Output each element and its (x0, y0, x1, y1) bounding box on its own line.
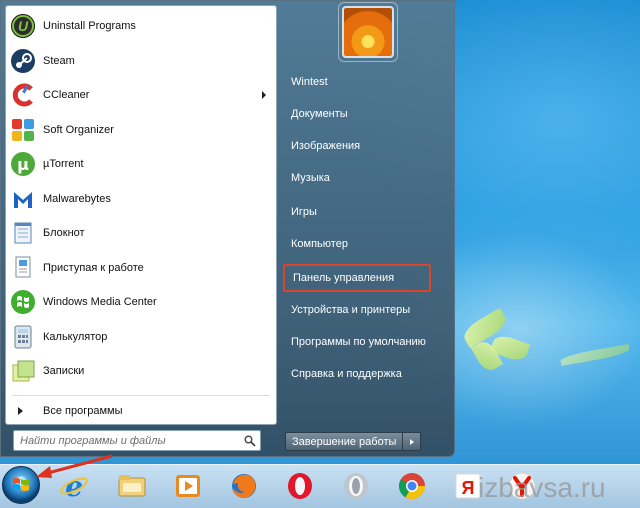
right-menu-item[interactable]: Wintest (283, 70, 448, 94)
search-input[interactable] (14, 434, 240, 447)
opera-icon[interactable] (282, 468, 318, 504)
getting-started-icon (9, 254, 37, 282)
steam-icon (9, 47, 37, 75)
shutdown-options-button[interactable] (403, 432, 422, 451)
yandex-letter: Я (462, 478, 475, 498)
start-menu: U Uninstall Programs Steam CCleaner Soft Org… (0, 0, 455, 457)
media-center-icon (9, 288, 37, 316)
programs-pane: U Uninstall Programs Steam CCleaner Soft Org… (5, 5, 277, 425)
all-programs-label: Все программы (43, 405, 123, 417)
right-menu-item[interactable]: Программы по умолчанию (283, 330, 448, 354)
program-label: Приступая к работе (43, 262, 144, 274)
shutdown-button[interactable]: Завершение работы (285, 432, 404, 451)
windows-logo-icon (13, 478, 29, 491)
svg-text:µ: µ (17, 155, 29, 174)
annotation-arrow (36, 454, 113, 478)
search-box[interactable] (13, 430, 261, 451)
right-menu-label: Справка и поддержка (291, 368, 402, 380)
sticky-notes-icon (9, 357, 37, 385)
program-label: µTorrent (43, 158, 84, 170)
program-item[interactable]: Steam (6, 44, 276, 78)
program-item[interactable]: Записки (6, 354, 276, 388)
submenu-arrow-icon[interactable] (262, 91, 266, 99)
ccleaner-icon (9, 81, 37, 109)
program-item[interactable]: U Uninstall Programs (6, 9, 276, 43)
arrow-right-icon (18, 407, 23, 415)
soft-organizer-icon (9, 116, 37, 144)
program-label: Steam (43, 55, 75, 67)
svg-text:U: U (18, 18, 29, 34)
chrome-icon[interactable] (394, 468, 430, 504)
right-menu-label: Компьютер (291, 238, 348, 250)
right-menu-label: Wintest (291, 76, 328, 88)
right-menu-item[interactable]: Панель управления (283, 264, 431, 292)
right-menu-item[interactable]: Устройства и принтеры (283, 298, 448, 322)
program-item[interactable]: Windows Media Center (6, 285, 276, 319)
program-item[interactable]: Malwarebytes (6, 182, 276, 216)
program-label: Malwarebytes (43, 193, 111, 205)
uninstall-programs-icon: U (9, 12, 37, 40)
program-item[interactable]: Soft Organizer (6, 113, 276, 147)
right-menu-label: Изображения (291, 140, 361, 152)
watermark: izbavsa.ru (478, 472, 606, 503)
right-menu-item[interactable]: Справка и поддержка (283, 362, 448, 386)
malwarebytes-icon (9, 185, 37, 213)
utorrent-icon: µ (9, 150, 37, 178)
program-label: Калькулятор (43, 331, 108, 343)
arrow-right-icon (409, 438, 414, 445)
notepad-icon (9, 219, 37, 247)
right-menu-label: Панель управления (293, 272, 395, 284)
firefox-icon[interactable] (226, 468, 262, 504)
calculator-icon (9, 323, 37, 351)
right-menu-item[interactable]: Игры (283, 200, 448, 224)
program-item[interactable]: CCleaner (6, 78, 276, 112)
right-menu-label: Музыка (291, 172, 330, 184)
media-player-icon[interactable] (170, 468, 206, 504)
right-menu-label: Документы (291, 108, 348, 120)
right-menu-label: Устройства и принтеры (291, 304, 411, 316)
wallpaper-leaf (559, 343, 631, 367)
program-item[interactable]: Блокнот (6, 216, 276, 250)
program-label: Uninstall Programs (43, 20, 136, 32)
right-menu-label: Программы по умолчанию (291, 336, 426, 348)
separator (12, 395, 270, 396)
right-menu-item[interactable]: Музыка (283, 166, 448, 190)
right-menu-item[interactable]: Документы (283, 102, 448, 126)
program-item[interactable]: Приступая к работе (6, 251, 276, 285)
program-label: Windows Media Center (43, 296, 157, 308)
program-label: Записки (43, 365, 85, 377)
right-menu-label: Игры (291, 206, 317, 218)
program-label: Блокнот (43, 227, 85, 239)
shutdown-group: Завершение работы (285, 432, 422, 451)
program-item[interactable]: µ µTorrent (6, 147, 276, 181)
program-label: Soft Organizer (43, 124, 114, 136)
user-picture[interactable] (342, 6, 394, 58)
opera-neon-icon[interactable] (338, 468, 374, 504)
program-label: CCleaner (43, 89, 90, 101)
right-menu-item[interactable]: Изображения (283, 134, 448, 158)
search-icon[interactable] (240, 431, 260, 450)
right-menu-item[interactable]: Компьютер (283, 232, 448, 256)
program-item[interactable]: Калькулятор (6, 320, 276, 354)
all-programs-button[interactable]: Все программы (6, 400, 276, 422)
